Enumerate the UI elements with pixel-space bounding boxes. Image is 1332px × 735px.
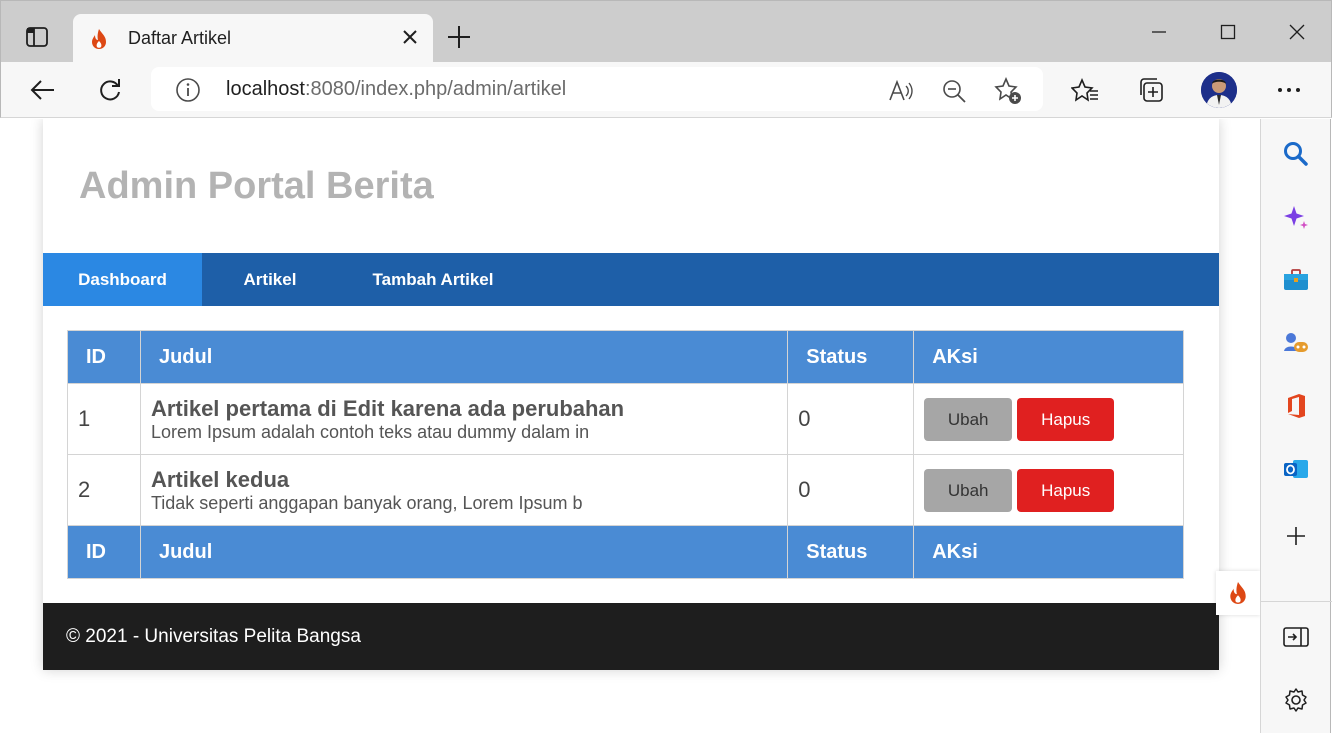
row-judul: Artikel kedua Tidak seperti anggapan ban… [139,454,789,526]
search-icon[interactable] [1281,139,1311,169]
nav-artikel[interactable]: Artikel [225,253,315,306]
games-icon[interactable] [1281,328,1311,358]
page-container: Admin Portal Berita Dashboard Artikel Ta… [43,119,1219,670]
footer-header-status: Status [787,525,915,579]
table-header-row: ID Judul Status AKsi [67,330,1184,384]
table-footer-row: ID Judul Status AKsi [67,525,1184,579]
delete-button[interactable]: Hapus [1017,397,1115,441]
browser-toolbar: localhost:8080/index.php/admin/artikel [0,62,1332,118]
sidebar-divider [1261,601,1332,602]
header-judul: Judul [139,330,789,384]
row-status: 0 [787,454,915,526]
row-id: 1 [67,383,141,455]
refresh-icon[interactable] [94,74,126,106]
url-host: localhost [226,78,305,100]
row-actions: Ubah Hapus [913,383,1184,455]
address-bar[interactable]: localhost:8080/index.php/admin/artikel [151,67,1043,111]
back-arrow-icon[interactable] [27,74,59,106]
row-actions: Ubah Hapus [913,454,1184,526]
tab-actions-icon[interactable] [23,25,51,49]
settings-gear-icon[interactable] [1281,685,1311,715]
close-tab-icon[interactable] [401,28,419,51]
page-footer: © 2021 - Universitas Pelita Bangsa [43,603,1219,670]
add-favorite-icon[interactable] [994,77,1022,105]
read-aloud-icon[interactable] [887,77,915,105]
maximize-icon[interactable] [1213,17,1243,47]
nav-tambah-artikel[interactable]: Tambah Artikel [357,253,509,306]
header-id: ID [67,330,141,384]
more-menu-icon[interactable] [1273,74,1305,106]
edit-button[interactable]: Ubah [924,468,1013,512]
zoom-out-icon[interactable] [940,77,968,105]
minimize-icon[interactable] [1144,17,1174,47]
delete-button[interactable]: Hapus [1017,468,1115,512]
add-sidebar-app-icon[interactable] [1281,521,1311,551]
close-window-icon[interactable] [1282,17,1312,47]
row-id: 2 [67,454,141,526]
article-table: ID Judul Status AKsi 1 Artikel pertama d… [67,330,1184,579]
header-aksi: AKsi [913,330,1184,384]
url-text: localhost:8080/index.php/admin/artikel [226,78,566,101]
article-excerpt: Lorem Ipsum adalah contoh teks atau dumm… [150,421,590,442]
collections-icon[interactable] [1135,74,1167,106]
footer-header-id: ID [67,525,141,579]
nav-dashboard[interactable]: Dashboard [43,253,202,306]
codeigniter-debug-icon[interactable] [1216,571,1260,615]
edge-sidebar [1260,119,1332,733]
tools-briefcase-icon[interactable] [1281,265,1311,295]
header-status: Status [787,330,915,384]
tab-title: Daftar Artikel [128,28,232,48]
active-tab[interactable]: Daftar Artikel [73,14,433,63]
footer-header-aksi: AKsi [913,525,1184,579]
site-info-icon[interactable] [175,77,201,108]
row-status: 0 [787,383,915,455]
article-title: Artikel kedua [150,466,290,492]
table-row: 2 Artikel kedua Tidak seperti anggapan b… [67,454,1184,526]
table-row: 1 Artikel pertama di Edit karena ada per… [67,383,1184,455]
main-nav: Dashboard Artikel Tambah Artikel [43,253,1219,306]
url-path: :8080/index.php/admin/artikel [304,78,567,100]
footer-header-judul: Judul [139,525,789,579]
office-icon[interactable] [1281,391,1311,421]
article-excerpt: Tidak seperti anggapan banyak orang, Lor… [150,492,583,513]
codeigniter-favicon-icon [89,28,109,55]
edit-button[interactable]: Ubah [924,397,1013,441]
profile-avatar[interactable] [1201,72,1237,108]
article-title: Artikel pertama di Edit karena ada perub… [150,395,625,421]
site-title: Admin Portal Berita [79,165,434,207]
page-viewport: Admin Portal Berita Dashboard Artikel Ta… [1,119,1260,733]
favorites-icon[interactable] [1069,74,1101,106]
tab-strip: Daftar Artikel [0,0,1332,63]
new-tab-icon[interactable] [445,23,473,51]
row-judul: Artikel pertama di Edit karena ada perub… [139,383,789,455]
copilot-sparkle-icon[interactable] [1281,202,1311,232]
outlook-icon[interactable] [1281,454,1311,484]
hide-sidebar-icon[interactable] [1281,622,1311,652]
